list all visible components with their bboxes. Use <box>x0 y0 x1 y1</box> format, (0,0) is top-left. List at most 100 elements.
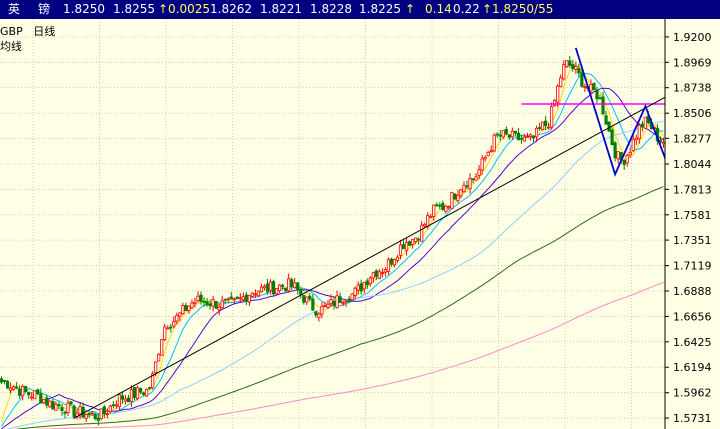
candle-body <box>290 279 294 287</box>
candle-body <box>2 379 7 382</box>
candle-body <box>235 296 239 299</box>
candle-body <box>262 285 267 289</box>
candle-body <box>51 401 55 410</box>
y-tick-label: 1.7581 <box>673 209 712 222</box>
candle-body <box>302 295 306 303</box>
candle-body <box>368 277 372 284</box>
candle-body <box>311 298 315 311</box>
candle-body <box>99 408 103 420</box>
candle-body <box>223 298 227 301</box>
y-tick-label: 1.6425 <box>673 336 712 349</box>
candle-body <box>625 155 629 164</box>
candle-body <box>592 82 596 91</box>
candle-body <box>550 106 554 128</box>
candle-body <box>504 128 508 135</box>
candle-body <box>353 287 357 296</box>
candle-body <box>528 134 533 138</box>
candle-body <box>293 282 297 289</box>
candle-body <box>507 134 511 138</box>
candle-body <box>24 385 28 393</box>
candle-body <box>574 66 578 70</box>
y-tick-label: 1.8506 <box>673 107 712 120</box>
candle-body <box>135 387 140 399</box>
candle-body <box>634 137 638 141</box>
candle-body <box>577 68 581 74</box>
instrument-name-2: 镑 <box>38 2 51 16</box>
candle-body <box>389 258 394 265</box>
candle-body <box>407 241 412 246</box>
candle-body <box>398 244 403 256</box>
candle-body <box>661 142 666 145</box>
candle-body <box>145 388 149 397</box>
candle-body <box>489 149 493 152</box>
candle-body <box>308 295 312 300</box>
candle-body <box>81 406 85 418</box>
candle-body <box>371 272 375 279</box>
candle-body <box>637 124 641 139</box>
candle-body <box>377 271 381 279</box>
candle-body <box>631 138 635 152</box>
candle-body <box>531 135 536 139</box>
candle-body <box>604 115 608 125</box>
price-change: ↑0.0025 <box>158 2 211 16</box>
candle-body <box>238 297 242 300</box>
candle-body <box>474 176 478 181</box>
candle-body <box>568 60 572 66</box>
candle-body <box>15 386 19 389</box>
symbol-code: GBP <box>0 25 23 38</box>
y-tick-label: 1.5731 <box>673 412 712 425</box>
candle-body <box>537 127 542 129</box>
candle-body <box>350 293 354 301</box>
period-label: 日线 <box>33 25 56 38</box>
percent-change: 0.14 <box>425 2 452 16</box>
y-tick-label: 1.5962 <box>673 387 712 400</box>
candle-body <box>610 129 614 146</box>
candle-body <box>380 272 384 274</box>
candle-body <box>256 290 261 297</box>
candle-body <box>160 339 164 356</box>
candle-body <box>211 299 215 307</box>
previous-close: 1.8228 <box>310 2 352 16</box>
candle-body <box>205 301 209 306</box>
candle-body <box>166 327 170 330</box>
candle-body <box>102 406 106 415</box>
candle-body <box>108 405 112 413</box>
candle-body <box>444 205 448 212</box>
candle-body <box>120 395 125 400</box>
candle-body <box>332 300 336 307</box>
candle-body <box>314 311 318 316</box>
candle-body <box>208 303 212 307</box>
candle-body <box>534 127 539 138</box>
candle-body <box>27 391 31 396</box>
candle-body <box>278 284 282 292</box>
candle-body <box>326 303 330 308</box>
candle-body <box>217 306 221 311</box>
amplitude: 0.22 <box>453 2 480 16</box>
y-tick-label: 1.6194 <box>673 361 712 374</box>
candle-body <box>114 404 118 407</box>
candle-body <box>299 288 303 295</box>
candle-body <box>8 387 13 391</box>
candle-body <box>459 189 463 197</box>
candle-body <box>202 300 206 303</box>
candle-body <box>583 86 587 88</box>
candle-body <box>199 294 203 302</box>
candle-body <box>126 397 131 403</box>
candle-body <box>628 151 632 156</box>
candle-body <box>96 417 100 421</box>
candle-body <box>129 389 134 402</box>
y-tick-label: 1.9200 <box>673 31 712 44</box>
candle-body <box>184 304 188 312</box>
candle-body <box>138 388 143 393</box>
candle-body <box>148 387 152 389</box>
candle-body <box>417 238 421 241</box>
candle-body <box>347 298 351 302</box>
candle-body <box>404 241 409 251</box>
open-price: 1.8225 <box>359 2 401 16</box>
candle-body <box>181 305 185 315</box>
candle-body <box>598 97 602 100</box>
ask-price: 1.8255 <box>113 2 155 16</box>
candle-body <box>571 63 575 70</box>
candle-body <box>111 404 115 407</box>
candle-body <box>72 405 76 417</box>
